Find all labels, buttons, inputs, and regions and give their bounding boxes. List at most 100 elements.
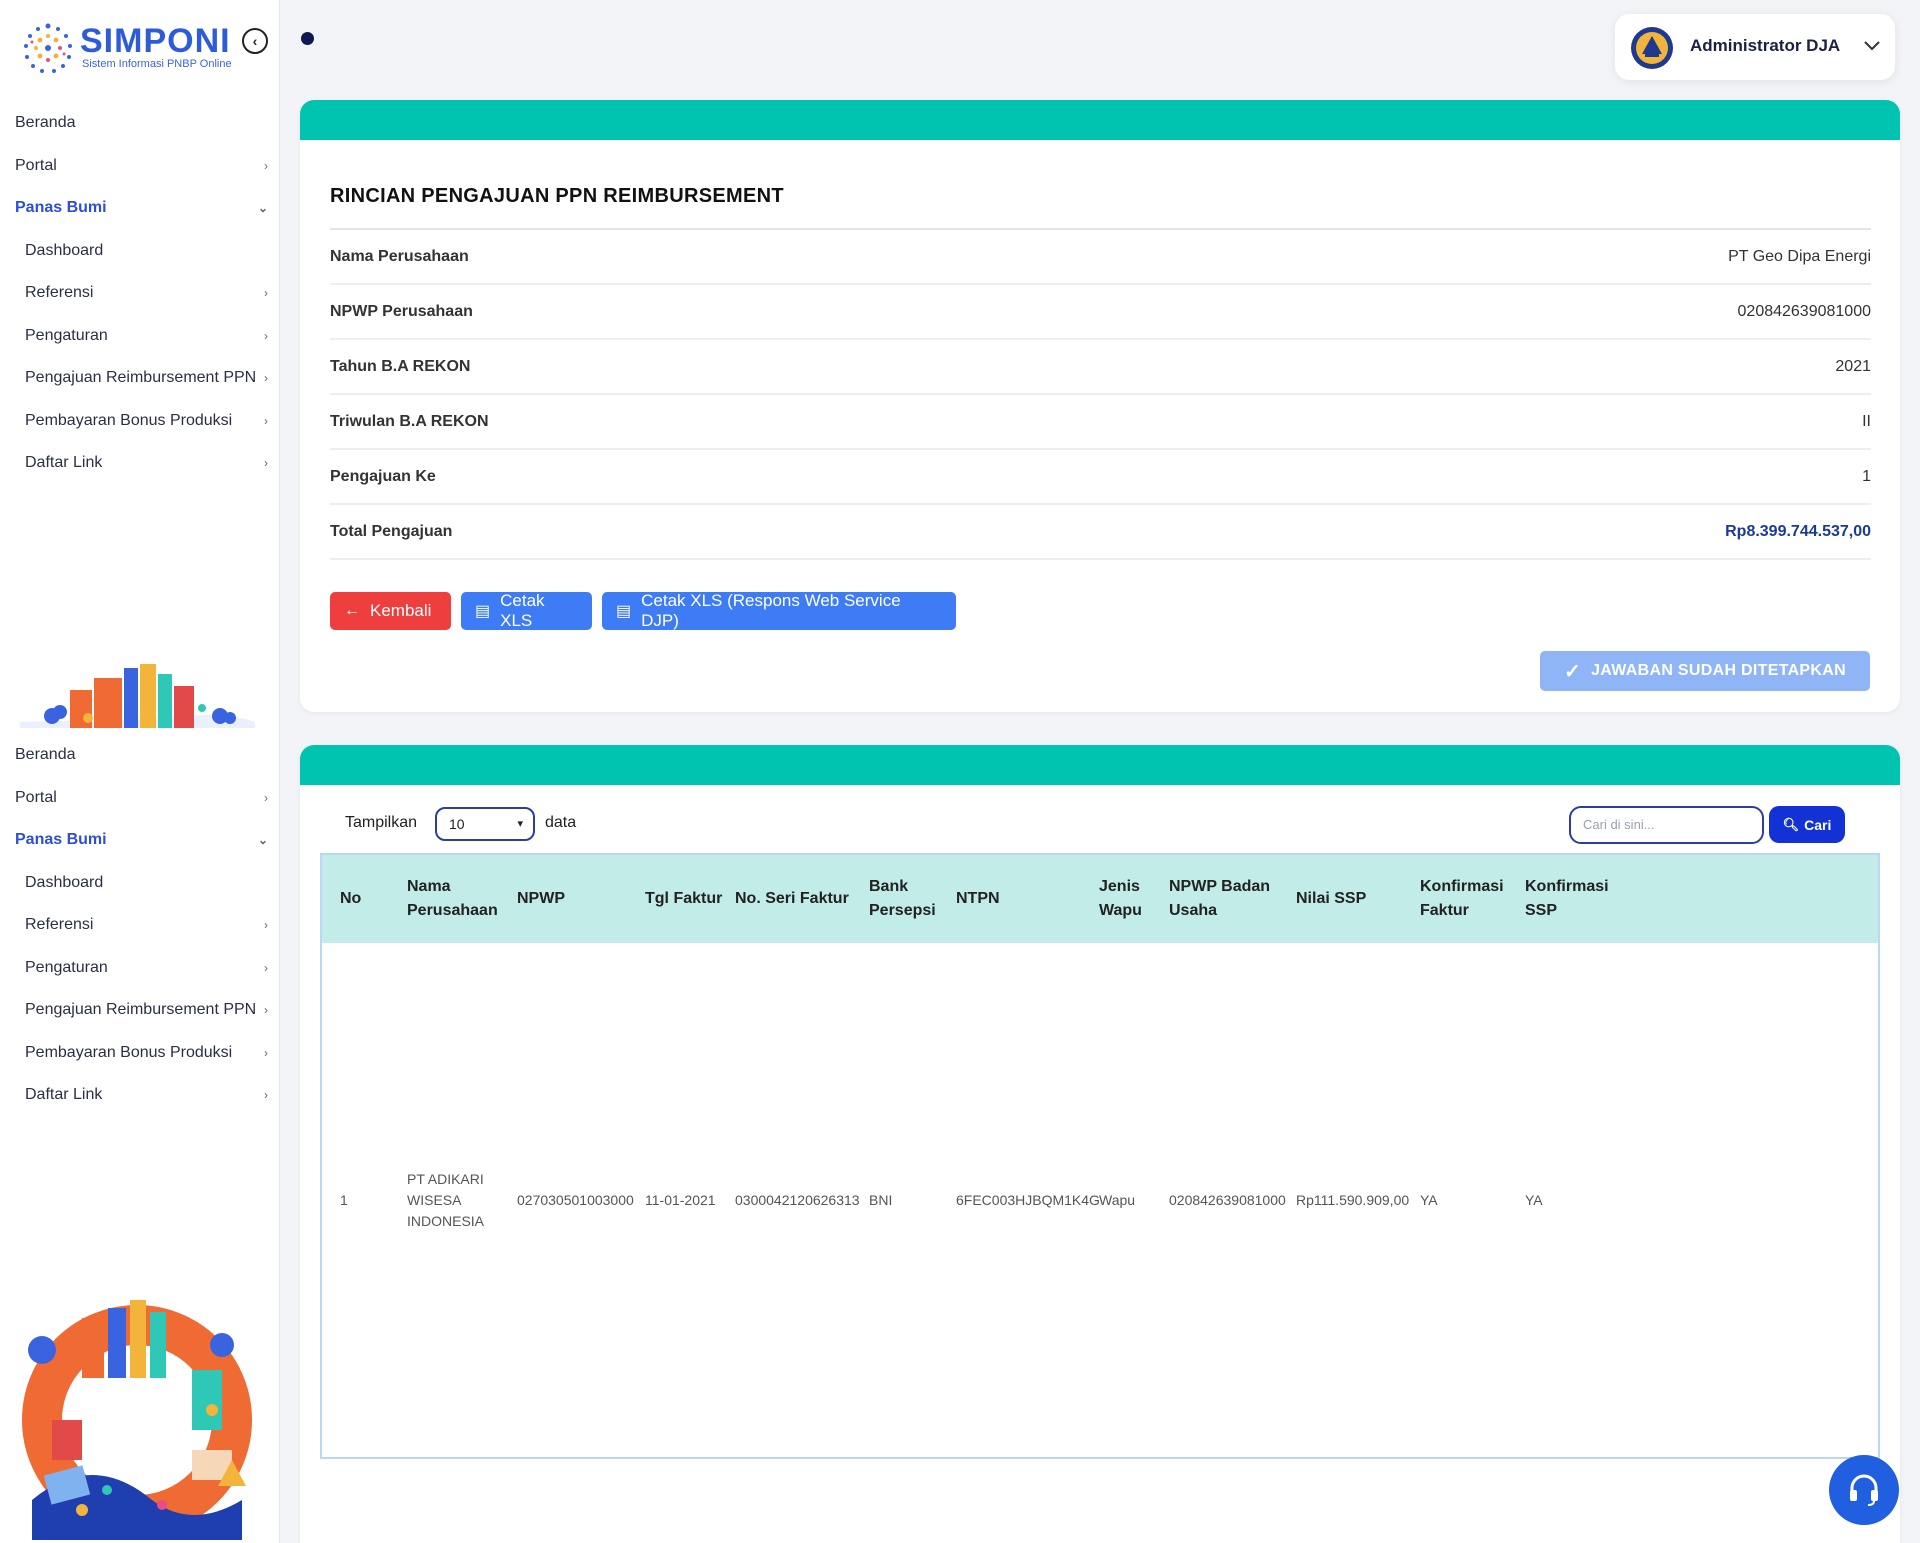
table-cell-no: 1 <box>340 1191 348 1208</box>
data-label: data <box>545 814 577 831</box>
column-header-no-seri-faktur[interactable]: No. Seri Faktur <box>735 855 865 943</box>
kemenkeu-emblem-icon <box>1631 27 1673 69</box>
search-button[interactable]: 🔍︎ Cari <box>1769 806 1845 843</box>
detail-label: Total Pengajuan <box>330 523 453 540</box>
column-header-ntpn[interactable]: NTPN <box>956 855 1096 943</box>
detail-label: Tahun B.A REKON <box>330 358 471 375</box>
sidebar-item-panas-bumi[interactable]: Panas Bumi ⌄ <box>0 819 280 862</box>
chevron-down-icon: ⌄ <box>257 833 268 847</box>
chevron-right-icon: › <box>264 371 268 385</box>
sidebar-item-pembayaran-bonus-produksi[interactable]: Pembayaran Bonus Produksi › <box>0 1032 280 1075</box>
chevron-right-icon: › <box>264 286 268 300</box>
sidebar-item-beranda[interactable]: Beranda <box>0 734 280 777</box>
sidebar-item-label: Dashboard <box>25 873 104 891</box>
sidebar-item-label: Beranda <box>15 114 76 131</box>
sidebar-item-dashboard[interactable]: Dashboard <box>0 230 280 273</box>
sidebar-item-panas-bumi[interactable]: Panas Bumi ⌄ <box>0 187 280 230</box>
data-table-card: Tampilkan 10 ▾ data Cari di sini... 🔍︎ C… <box>300 745 1900 1543</box>
print-xls-djp-label: Cetak XLS (Respons Web Service DJP) <box>641 591 901 630</box>
sidebar-item-referensi[interactable]: Referensi › <box>0 272 280 315</box>
answer-determined-button[interactable]: ✓ JAWABAN SUDAH DITETAPKAN <box>1540 651 1870 691</box>
table-header: No Nama Perusahaan NPWP Tgl Faktur No. Seri … <box>322 855 1878 943</box>
table-cell-jenis-wapu: Wapu <box>1099 1191 1136 1208</box>
headset-icon <box>1850 1474 1878 1506</box>
table-cell-npwp-badan-usaha: 020842639081000 <box>1169 1191 1286 1208</box>
sidebar-collapse-button[interactable]: ‹ <box>242 28 268 54</box>
column-header-nama-perusahaan[interactable]: Nama Perusahaan <box>407 855 507 943</box>
print-xls-djp-button[interactable]: ▤ Cetak XLS (Respons Web Service DJP) <box>602 591 956 630</box>
sidebar-item-referensi[interactable]: Referensi › <box>0 904 280 947</box>
detail-value: PT Geo Dipa Energi <box>1728 248 1871 265</box>
column-header-npwp[interactable]: NPWP <box>517 855 637 943</box>
sidebar-menu-secondary: Beranda Portal › Panas Bumi ⌄ Dashboard Refere… <box>0 734 280 1117</box>
city-illustration-large <box>22 1300 252 1540</box>
column-header-jenis-wapu[interactable]: Jenis Wapu <box>1099 855 1159 943</box>
sidebar-item-pengajuan-reimbursement-ppn[interactable]: Pengajuan Reimbursement PPN › <box>0 989 280 1032</box>
column-header-konfirmasi-ssp[interactable]: Konfirmasi SSP <box>1525 855 1625 943</box>
chevron-down-icon <box>1864 41 1880 51</box>
check-icon: ✓ <box>1564 660 1582 683</box>
sidebar-item-daftar-link[interactable]: Daftar Link › <box>0 1074 280 1117</box>
city-illustration-small <box>20 664 255 728</box>
logo-dots-icon <box>24 23 72 73</box>
status-dot <box>301 32 314 45</box>
data-table: No Nama Perusahaan NPWP Tgl Faktur No. Seri … <box>320 853 1880 1459</box>
sidebar-item-label: Portal <box>15 156 57 174</box>
sidebar-menu-primary: Beranda Portal › Panas Bumi ⌄ Dashboard Refere… <box>0 102 280 485</box>
detail-row: NPWP Perusahaan 020842639081000 <box>330 285 1871 340</box>
logo-subtitle: Sistem Informasi PNBP Online <box>82 58 232 70</box>
sidebar-item-dashboard[interactable]: Dashboard <box>0 862 280 905</box>
answer-determined-label: JAWABAN SUDAH DITETAPKAN <box>1591 662 1846 679</box>
chevron-right-icon: › <box>264 1088 268 1102</box>
sidebar-item-pengaturan[interactable]: Pengaturan › <box>0 315 280 358</box>
sidebar-item-label: Referensi <box>25 916 94 933</box>
column-header-bank-persepsi[interactable]: Bank Persepsi <box>869 855 949 943</box>
sidebar-item-pengaturan[interactable]: Pengaturan › <box>0 947 280 990</box>
table-cell-npwp: 027030501003000 <box>517 1191 634 1208</box>
page-title: RINCIAN PENGAJUAN PPN REIMBURSEMENT <box>330 185 784 207</box>
print-xls-button[interactable]: ▤ Cetak XLS <box>461 591 592 630</box>
detail-value: 2021 <box>1835 358 1871 375</box>
table-cell-nilai-ssp: Rp111.590.909,00 <box>1296 1191 1410 1208</box>
table-cell-konfirmasi-ssp: YA <box>1525 1191 1543 1208</box>
file-excel-icon: ▤ <box>475 603 491 620</box>
column-header-konfirmasi-faktur[interactable]: Konfirmasi Faktur <box>1420 855 1520 943</box>
sidebar-item-portal[interactable]: Portal › <box>0 777 280 820</box>
sidebar-item-portal[interactable]: Portal › <box>0 145 280 188</box>
table-row[interactable]: 1 PT ADIKARI WISESA INDONESIA 027030501003… <box>322 943 1878 1457</box>
search-button-label: Cari <box>1804 816 1832 833</box>
sidebar-item-beranda[interactable]: Beranda <box>0 102 280 145</box>
app-logo[interactable]: SIMPONI Sistem Informasi PNBP Online <box>18 18 278 78</box>
detail-value: II <box>1862 413 1871 430</box>
sidebar-item-daftar-link[interactable]: Daftar Link › <box>0 442 280 485</box>
search-input[interactable]: Cari di sini... <box>1569 806 1764 844</box>
chevron-left-icon: ‹ <box>252 33 258 49</box>
show-label: Tampilkan <box>345 814 418 831</box>
user-menu[interactable]: Administrator DJA <box>1615 14 1895 80</box>
column-header-no[interactable]: No <box>340 855 400 943</box>
sidebar: SIMPONI Sistem Informasi PNBP Online ‹ B… <box>0 0 280 1543</box>
detail-value: 1 <box>1862 468 1871 485</box>
column-header-npwp-badan-usaha[interactable]: NPWP Badan Usaha <box>1169 855 1289 943</box>
detail-row: Total Pengajuan Rp8.399.744.537,00 <box>330 505 1871 560</box>
chevron-right-icon: › <box>264 1003 268 1017</box>
chevron-right-icon: › <box>264 413 268 428</box>
table-cell-ntpn: 6FEC003HJBQM1K4G <box>956 1191 1100 1208</box>
search-placeholder: Cari di sini... <box>1583 817 1655 832</box>
sidebar-item-pengajuan-reimbursement-ppn[interactable]: Pengajuan Reimbursement PPN › <box>0 357 280 400</box>
detail-row: Pengajuan Ke 1 <box>330 450 1871 505</box>
column-header-tgl-faktur[interactable]: Tgl Faktur <box>645 855 725 943</box>
detail-value: Rp8.399.744.537,00 <box>1725 523 1871 540</box>
detail-label: NPWP Perusahaan <box>330 303 473 320</box>
sidebar-item-label: Pembayaran Bonus Produksi <box>25 411 233 429</box>
search-icon: 🔍︎ <box>1782 816 1800 832</box>
page-size-select[interactable]: 10 ▾ <box>435 807 535 841</box>
table-cell-no-seri-faktur: 0300042120626313 <box>735 1191 860 1208</box>
sidebar-item-pembayaran-bonus-produksi[interactable]: Pembayaran Bonus Produksi › <box>0 400 280 443</box>
chevron-right-icon: › <box>264 158 268 173</box>
chevron-right-icon: › <box>264 918 268 932</box>
help-button[interactable] <box>1829 1455 1899 1525</box>
column-header-nilai-ssp[interactable]: Nilai SSP <box>1296 855 1416 943</box>
back-button-label: Kembali <box>370 601 432 620</box>
back-button[interactable]: ← Kembali <box>330 592 451 630</box>
